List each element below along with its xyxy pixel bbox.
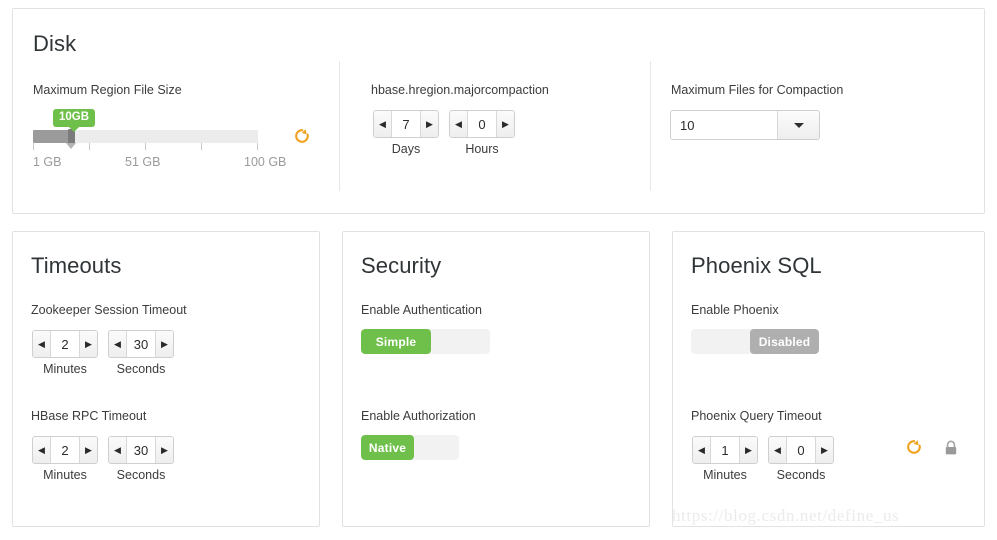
label-maximum-files-for-compaction: Maximum Files for Compaction <box>671 83 844 97</box>
panel-title-security: Security <box>361 253 442 278</box>
label-maximum-region-file-size: Maximum Region File Size <box>33 83 182 97</box>
toggle-knob-label[interactable]: Disabled <box>750 329 819 354</box>
spinner-group-phoenix-query-timeout: ◀ 1 ▶ Minutes ◀ 0 ▶ Seconds <box>692 436 834 483</box>
spinner-group-majorcompaction: ◀ 7 ▶ Days ◀ 0 ▶ Hours <box>373 110 515 157</box>
spinner-increment-icon[interactable]: ▶ <box>79 437 97 463</box>
spinner-decrement-icon[interactable]: ◀ <box>769 437 787 463</box>
spinner-group-zookeeper: ◀ 2 ▶ Minutes ◀ 30 ▶ Seconds <box>32 330 174 377</box>
spinner-decrement-icon[interactable]: ◀ <box>33 331 51 357</box>
slider-max-label: 100 GB <box>244 155 287 169</box>
label-enable-authorization: Enable Authorization <box>361 409 476 423</box>
spinner-unit-minutes: ◀ 2 ▶ Minutes <box>32 330 98 377</box>
spinner-unit-seconds: ◀ 30 ▶ Seconds <box>108 330 174 377</box>
label-majorcompaction: hbase.hregion.majorcompaction <box>371 83 549 97</box>
spinner-caption-seconds: Seconds <box>116 362 166 376</box>
spinner-decrement-icon[interactable]: ◀ <box>109 437 127 463</box>
spinner-unit-seconds: ◀ 30 ▶ Seconds <box>108 436 174 483</box>
spinner-value-seconds[interactable]: 30 <box>127 437 155 463</box>
panel-title-timeouts: Timeouts <box>31 253 122 278</box>
spinner-increment-icon[interactable]: ▶ <box>155 331 173 357</box>
panel-phoenix-sql: Phoenix SQL Enable Phoenix Disabled Phoe… <box>672 231 985 527</box>
spinner-days[interactable]: ◀ 7 ▶ <box>373 110 439 138</box>
spinner-increment-icon[interactable]: ▶ <box>815 437 833 463</box>
spinner-zookeeper-minutes[interactable]: ◀ 2 ▶ <box>32 330 98 358</box>
spinner-value-minutes[interactable]: 1 <box>711 437 739 463</box>
spinner-caption-minutes: Minutes <box>703 468 747 482</box>
spinner-zookeeper-seconds[interactable]: ◀ 30 ▶ <box>108 330 174 358</box>
spinner-unit-minutes: ◀ 1 ▶ Minutes <box>692 436 758 483</box>
toggle-knob-label[interactable]: Simple <box>361 329 431 354</box>
slider-mid-label: 51 GB <box>125 155 161 169</box>
spinner-rpc-minutes[interactable]: ◀ 2 ▶ <box>32 436 98 464</box>
spinner-value-minutes[interactable]: 2 <box>51 331 79 357</box>
slider-fill <box>33 130 71 143</box>
settings-page: Disk Maximum Region File Size 10GB 1 GB … <box>0 0 997 540</box>
spinner-decrement-icon[interactable]: ◀ <box>374 111 392 137</box>
spinner-caption-seconds: Seconds <box>776 468 826 482</box>
spinner-caption-minutes: Minutes <box>43 468 87 482</box>
spinner-value-seconds[interactable]: 30 <box>127 331 155 357</box>
spinner-hours[interactable]: ◀ 0 ▶ <box>449 110 515 138</box>
spinner-group-rpc: ◀ 2 ▶ Minutes ◀ 30 ▶ Seconds <box>32 436 174 483</box>
label-zookeeper-session-timeout: Zookeeper Session Timeout <box>31 303 187 317</box>
spinner-value-hours[interactable]: 0 <box>468 111 496 137</box>
spinner-caption-hours: Hours <box>465 142 499 156</box>
spinner-rpc-seconds[interactable]: ◀ 30 ▶ <box>108 436 174 464</box>
revert-icon-phoenix-query-timeout[interactable] <box>906 439 922 455</box>
panel-title-disk: Disk <box>33 31 77 56</box>
column-divider-1 <box>339 61 340 191</box>
toggle-knob-label[interactable]: Native <box>361 435 414 460</box>
chevron-down-icon[interactable] <box>777 111 819 139</box>
spinner-increment-icon[interactable]: ▶ <box>739 437 757 463</box>
label-phoenix-query-timeout: Phoenix Query Timeout <box>691 409 822 423</box>
spinner-unit-hours: ◀ 0 ▶ Hours <box>449 110 515 157</box>
spinner-caption-minutes: Minutes <box>43 362 87 376</box>
label-hbase-rpc-timeout: HBase RPC Timeout <box>31 409 147 423</box>
watermark-text: https://blog.csdn.net/define_us <box>672 506 900 525</box>
spinner-decrement-icon[interactable]: ◀ <box>109 331 127 357</box>
revert-icon-region-size[interactable] <box>294 128 310 144</box>
label-enable-authentication: Enable Authentication <box>361 303 482 317</box>
spinner-phoenix-seconds[interactable]: ◀ 0 ▶ <box>768 436 834 464</box>
spinner-value-minutes[interactable]: 2 <box>51 437 79 463</box>
spinner-unit-minutes: ◀ 2 ▶ Minutes <box>32 436 98 483</box>
slider-value-caret <box>66 143 76 149</box>
panel-title-phoenix-sql: Phoenix SQL <box>691 253 822 278</box>
spinner-caption-days: Days <box>391 142 421 156</box>
slider-maximum-region-file-size[interactable] <box>33 129 278 150</box>
toggle-enable-phoenix[interactable]: Disabled <box>691 329 819 354</box>
toggle-enable-authentication[interactable]: Simple <box>361 329 490 354</box>
spinner-unit-days: ◀ 7 ▶ Days <box>373 110 439 157</box>
spinner-decrement-icon[interactable]: ◀ <box>693 437 711 463</box>
spinner-increment-icon[interactable]: ▶ <box>155 437 173 463</box>
lock-icon-phoenix-query-timeout[interactable] <box>944 440 958 456</box>
spinner-unit-seconds: ◀ 0 ▶ Seconds <box>768 436 834 483</box>
panel-security: Security Enable Authentication Simple En… <box>342 231 650 527</box>
select-value[interactable]: 10 <box>671 111 777 139</box>
panel-disk: Disk Maximum Region File Size 10GB 1 GB … <box>12 8 985 214</box>
column-divider-2 <box>650 61 651 191</box>
toggle-enable-authorization[interactable]: Native <box>361 435 459 460</box>
spinner-caption-seconds: Seconds <box>116 468 166 482</box>
spinner-phoenix-minutes[interactable]: ◀ 1 ▶ <box>692 436 758 464</box>
slider-min-label: 1 GB <box>33 155 62 169</box>
spinner-value-seconds[interactable]: 0 <box>787 437 815 463</box>
spinner-increment-icon[interactable]: ▶ <box>79 331 97 357</box>
spinner-value-days[interactable]: 7 <box>392 111 420 137</box>
label-enable-phoenix: Enable Phoenix <box>691 303 779 317</box>
select-maximum-files-for-compaction[interactable]: 10 <box>670 110 820 140</box>
spinner-increment-icon[interactable]: ▶ <box>496 111 514 137</box>
spinner-decrement-icon[interactable]: ◀ <box>33 437 51 463</box>
panel-timeouts: Timeouts Zookeeper Session Timeout ◀ 2 ▶… <box>12 231 320 527</box>
spinner-increment-icon[interactable]: ▶ <box>420 111 438 137</box>
slider-value-badge: 10GB <box>53 109 96 132</box>
spinner-decrement-icon[interactable]: ◀ <box>450 111 468 137</box>
